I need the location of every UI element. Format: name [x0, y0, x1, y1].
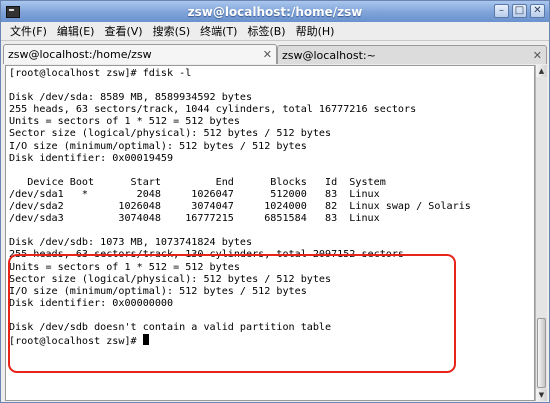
text-cursor: [142, 334, 149, 346]
terminal-line: Disk identifier: 0x00000000: [9, 297, 174, 309]
terminal-line: Units = sectors of 1 * 512 = 512 bytes: [9, 261, 240, 273]
menu-search[interactable]: 搜索(S): [148, 23, 196, 39]
close-button[interactable]: ✕: [530, 4, 545, 18]
terminal-line: Disk /dev/sdb: 1073 MB, 1073741824 bytes: [9, 237, 253, 249]
vertical-scrollbar[interactable]: ▲ ▼: [535, 65, 547, 401]
terminal-line: I/O size (minimum/optimal): 512 bytes / …: [9, 140, 307, 152]
terminal-window: zsw@localhost:/home/zsw – □ ✕ 文件(F) 编辑(E…: [0, 0, 550, 403]
scroll-up-arrow-icon[interactable]: ▲: [536, 65, 547, 77]
terminal-line: [root@localhost zsw]# fdisk -l: [9, 68, 192, 79]
maximize-button[interactable]: □: [512, 4, 527, 18]
tab-close-icon[interactable]: ✕: [533, 49, 542, 62]
tab-close-icon[interactable]: ✕: [263, 48, 272, 61]
terminal-line: Disk identifier: 0x00019459: [9, 152, 174, 164]
terminal-line: Disk /dev/sdb doesn't contain a valid pa…: [9, 321, 332, 333]
terminal-line: I/O size (minimum/optimal): 512 bytes / …: [9, 285, 307, 297]
window-controls: – □ ✕: [494, 4, 545, 18]
tab-label: zsw@localhost:~: [282, 48, 376, 62]
window-title: zsw@localhost:/home/zsw: [187, 4, 363, 19]
menu-help[interactable]: 帮助(H): [291, 23, 340, 39]
terminal-line: /dev/sda1 * 2048 1026047 512000 83 Linux: [9, 188, 380, 200]
terminal-line: Disk /dev/sda: 8589 MB, 8589934592 bytes: [9, 92, 253, 104]
scroll-down-arrow-icon[interactable]: ▼: [536, 389, 547, 401]
terminal-line: /dev/sda2 1026048 3074047 1024000 82 Lin…: [9, 201, 471, 213]
terminal-text: [root@localhost zsw]# fdisk -l Disk /dev/…: [6, 66, 534, 348]
menu-tabs[interactable]: 标签(B): [242, 23, 290, 39]
terminal-line: 255 heads, 63 sectors/track, 130 cylinde…: [9, 249, 405, 261]
shell-prompt: [root@localhost zsw]#: [9, 336, 143, 348]
terminal-line: Units = sectors of 1 * 512 = 512 bytes: [9, 116, 240, 128]
terminal-line: /dev/sda3 3074048 16777215 6851584 83 Li…: [9, 213, 380, 225]
title-bar[interactable]: zsw@localhost:/home/zsw – □ ✕: [1, 1, 549, 22]
menu-view[interactable]: 查看(V): [99, 23, 147, 39]
terminal-line: Sector size (logical/physical): 512 byte…: [9, 128, 332, 140]
tab-home-tilde[interactable]: zsw@localhost:~ ✕: [277, 45, 547, 64]
menu-bar: 文件(F) 编辑(E) 查看(V) 搜索(S) 终端(T) 标签(B) 帮助(H…: [1, 22, 549, 41]
menu-terminal[interactable]: 终端(T): [195, 23, 242, 39]
prompt-line: [root@localhost zsw]#: [9, 334, 531, 348]
terminal-line: 255 heads, 63 sectors/track, 1044 cylind…: [9, 104, 417, 116]
tab-home-zsw[interactable]: zsw@localhost:/home/zsw ✕: [3, 44, 277, 64]
minimize-button[interactable]: –: [494, 4, 509, 18]
tab-label: zsw@localhost:/home/zsw: [8, 48, 152, 61]
menu-file[interactable]: 文件(F): [5, 23, 52, 39]
tab-bar: zsw@localhost:/home/zsw ✕ zsw@localhost:…: [1, 42, 549, 64]
terminal-line: Device Boot Start End Blocks Id System: [9, 176, 386, 188]
scroll-thumb[interactable]: [537, 318, 546, 388]
terminal-line: Sector size (logical/physical): 512 byte…: [9, 273, 332, 285]
terminal-output[interactable]: [root@localhost zsw]# fdisk -l Disk /dev/…: [5, 65, 535, 401]
menu-edit[interactable]: 编辑(E): [52, 23, 100, 39]
